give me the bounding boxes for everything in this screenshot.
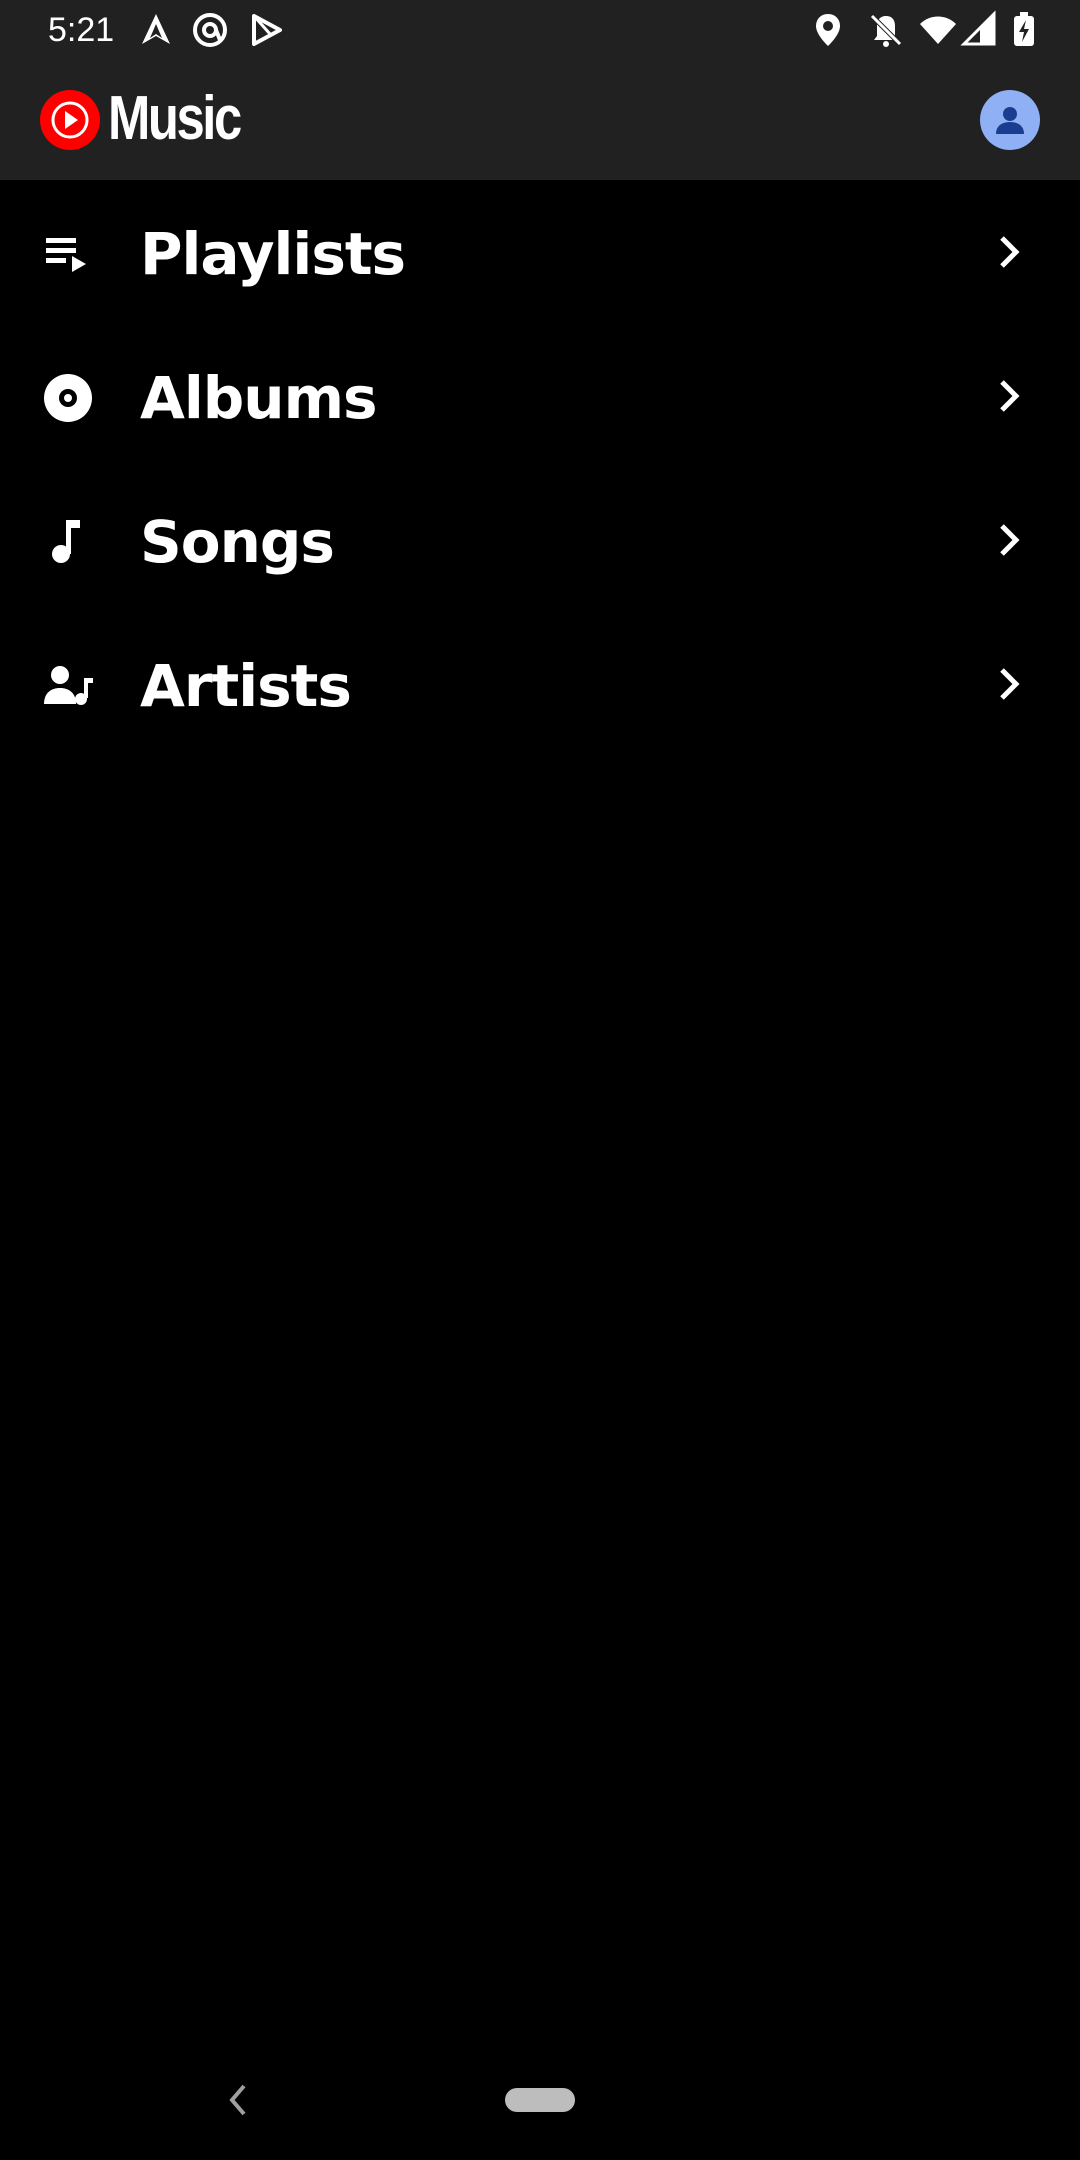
music-note-icon bbox=[52, 520, 80, 563]
library-item-songs[interactable]: Songs bbox=[0, 468, 1080, 612]
status-bar: 5:21 bbox=[0, 0, 1080, 60]
location-icon bbox=[816, 14, 840, 46]
library-item-artists[interactable]: Artists bbox=[0, 612, 1080, 756]
library-item-label: Albums bbox=[140, 364, 378, 432]
library-item-label: Artists bbox=[140, 652, 352, 720]
play-store-icon bbox=[252, 14, 282, 46]
at-sign-app-icon bbox=[193, 13, 227, 47]
library-item-playlists[interactable]: Playlists bbox=[0, 180, 1080, 324]
arrow-app-icon bbox=[142, 14, 170, 44]
status-time: 5:21 bbox=[48, 11, 115, 49]
library-item-label: Songs bbox=[140, 508, 335, 576]
wifi-icon bbox=[920, 16, 956, 44]
library-item-albums[interactable]: Albums bbox=[0, 324, 1080, 468]
battery-charging-icon bbox=[1014, 12, 1034, 46]
library-list: Playlists Albums Songs Artists bbox=[0, 180, 1080, 756]
home-pill-icon[interactable] bbox=[505, 2088, 575, 2112]
cellular-icon bbox=[960, 10, 996, 46]
app-title: Music bbox=[108, 84, 242, 153]
app-bar: Music bbox=[0, 60, 1080, 180]
artist-icon bbox=[44, 666, 93, 705]
chevron-right-icon bbox=[1000, 380, 1020, 412]
back-chevron-icon[interactable] bbox=[222, 2080, 254, 2120]
playlist-icon bbox=[46, 238, 86, 272]
screen: 5:21 Music Playlists Albums Songs Artist… bbox=[0, 0, 1080, 2160]
account-icon bbox=[996, 107, 1024, 134]
chevron-right-icon bbox=[1000, 524, 1020, 556]
account-avatar-button[interactable] bbox=[980, 90, 1040, 150]
chevron-right-icon bbox=[1000, 668, 1020, 700]
album-icon bbox=[44, 374, 92, 422]
youtube-music-logo-icon bbox=[40, 90, 100, 150]
library-item-label: Playlists bbox=[140, 220, 406, 288]
notifications-off-icon bbox=[870, 14, 902, 47]
chevron-right-icon bbox=[1000, 236, 1020, 268]
